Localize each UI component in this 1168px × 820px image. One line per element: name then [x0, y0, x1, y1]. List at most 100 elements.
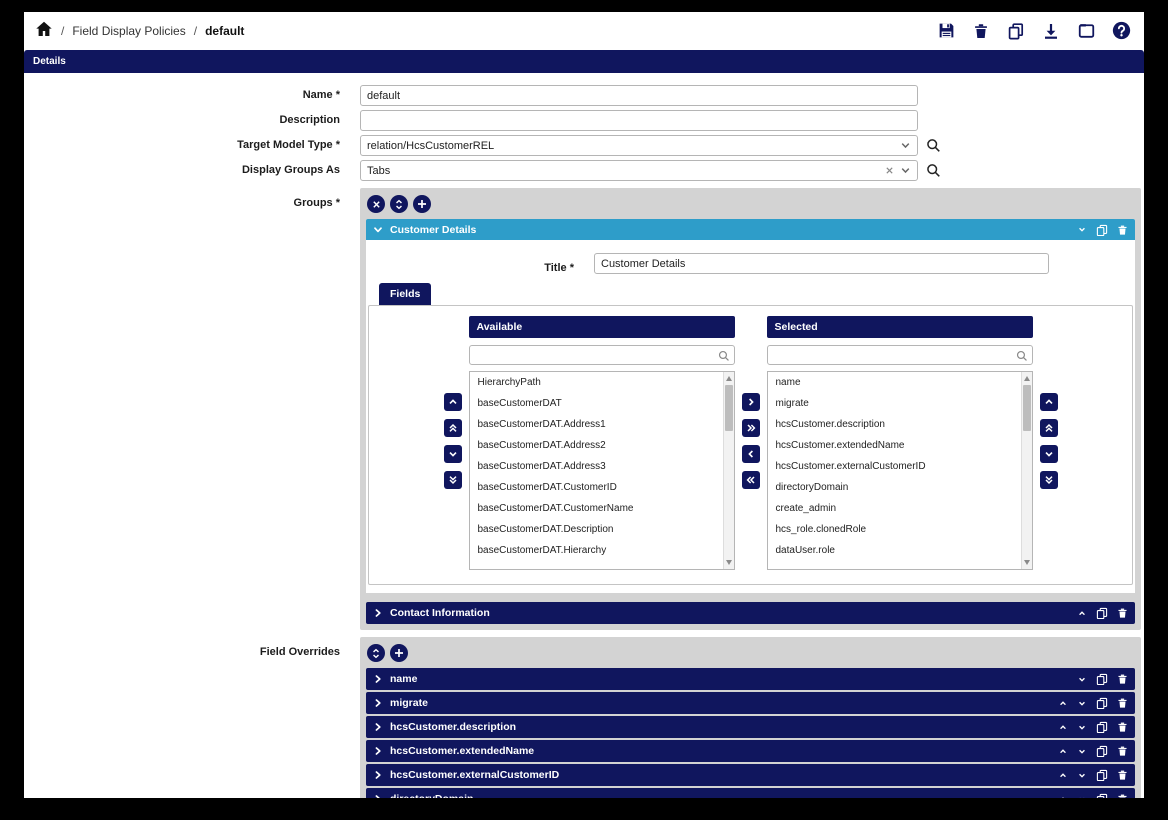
scrollbar-thumb[interactable] — [1023, 385, 1031, 431]
list-item[interactable]: dataUser.role — [768, 540, 1032, 561]
list-item[interactable]: baseCustomerDAT.Address1 — [470, 414, 734, 435]
name-input[interactable] — [360, 85, 918, 106]
move-down-icon[interactable] — [1077, 723, 1087, 732]
list-item[interactable]: create_admin — [768, 498, 1032, 519]
move-right-button[interactable] — [742, 393, 760, 411]
list-item[interactable]: baseCustomerDAT.Address3 — [470, 456, 734, 477]
move-down-icon[interactable] — [1077, 771, 1087, 780]
list-item[interactable]: name — [768, 372, 1032, 393]
group-header-contact-information[interactable]: Contact Information — [366, 602, 1135, 624]
reorder-down-button[interactable] — [444, 445, 462, 463]
move-up-icon[interactable] — [1058, 771, 1068, 780]
trash-icon[interactable] — [1117, 697, 1128, 709]
move-up-icon[interactable] — [1058, 747, 1068, 756]
trash-icon[interactable] — [1117, 224, 1128, 236]
description-input[interactable] — [360, 110, 918, 131]
list-item[interactable]: baseCustomerDAT.CustomerID — [470, 477, 734, 498]
scrollbar-thumb[interactable] — [725, 385, 733, 431]
scrollbar[interactable] — [1021, 372, 1032, 569]
delete-icon[interactable] — [971, 21, 991, 41]
target-model-type-select[interactable]: relation/HcsCustomerREL — [360, 135, 918, 156]
copy-icon[interactable] — [1096, 673, 1108, 685]
chevron-down-icon[interactable] — [900, 140, 911, 151]
list-item[interactable]: HierarchyPath — [470, 372, 734, 393]
reorder-up-button[interactable] — [444, 393, 462, 411]
copy-icon[interactable] — [1096, 745, 1108, 757]
move-down-icon[interactable] — [1077, 699, 1087, 708]
move-all-left-button[interactable] — [742, 471, 760, 489]
reorder-up-button[interactable] — [1040, 393, 1058, 411]
list-item[interactable]: baseCustomerDAT.CustomerName — [470, 498, 734, 519]
list-item[interactable]: hcs_role.clonedRole — [768, 519, 1032, 540]
trash-icon[interactable] — [1117, 769, 1128, 781]
title-input[interactable] — [594, 253, 1049, 274]
move-up-icon[interactable] — [1077, 609, 1087, 618]
copy-icon[interactable] — [1096, 793, 1108, 798]
reorder-bottom-button[interactable] — [1040, 471, 1058, 489]
home-icon[interactable] — [35, 20, 53, 41]
copy-icon[interactable] — [1096, 697, 1108, 709]
override-row[interactable]: hcsCustomer.externalCustomerID — [366, 764, 1135, 786]
chevron-right-icon[interactable] — [373, 770, 383, 780]
move-down-icon[interactable] — [1077, 795, 1087, 799]
list-item[interactable]: hcsCustomer.extendedName — [768, 435, 1032, 456]
tab-details[interactable]: Details — [24, 50, 1144, 73]
trash-icon[interactable] — [1117, 721, 1128, 733]
scrollbar[interactable] — [723, 372, 734, 569]
chevron-right-icon[interactable] — [373, 722, 383, 732]
chevron-down-icon[interactable] — [373, 225, 383, 235]
copy-icon[interactable] — [1096, 224, 1108, 236]
move-up-icon[interactable] — [1058, 723, 1068, 732]
move-up-icon[interactable] — [1058, 699, 1068, 708]
reorder-top-button[interactable] — [1040, 419, 1058, 437]
help-icon[interactable] — [1111, 21, 1131, 41]
search-icon[interactable] — [926, 138, 941, 153]
window-icon[interactable] — [1076, 21, 1096, 41]
move-up-icon[interactable] — [1058, 795, 1068, 799]
copy-icon[interactable] — [1096, 721, 1108, 733]
chevron-right-icon[interactable] — [373, 608, 383, 618]
list-item[interactable]: directoryDomain — [768, 477, 1032, 498]
copy-icon[interactable] — [1096, 769, 1108, 781]
move-down-icon[interactable] — [1077, 225, 1087, 234]
search-icon[interactable] — [926, 163, 941, 178]
add-override-button[interactable] — [390, 644, 408, 662]
chevron-right-icon[interactable] — [373, 746, 383, 756]
selected-search-input[interactable] — [767, 345, 1033, 365]
move-down-icon[interactable] — [1077, 747, 1087, 756]
x-circle-button[interactable] — [367, 195, 385, 213]
clear-icon[interactable] — [885, 166, 894, 175]
reorder-top-button[interactable] — [444, 419, 462, 437]
clone-icon[interactable] — [1006, 21, 1026, 41]
chevron-right-icon[interactable] — [373, 698, 383, 708]
chevron-down-icon[interactable] — [900, 165, 911, 176]
trash-icon[interactable] — [1117, 607, 1128, 619]
group-header-customer-details[interactable]: Customer Details — [366, 219, 1135, 240]
tab-fields[interactable]: Fields — [379, 283, 431, 305]
override-row[interactable]: hcsCustomer.extendedName — [366, 740, 1135, 762]
list-item[interactable]: baseCustomerDAT.Address2 — [470, 435, 734, 456]
download-icon[interactable] — [1041, 21, 1061, 41]
display-groups-as-select[interactable]: Tabs — [360, 160, 918, 181]
breadcrumb-field-display-policies[interactable]: Field Display Policies — [72, 24, 185, 38]
override-row[interactable]: name — [366, 668, 1135, 690]
list-item[interactable]: baseCustomerDAT.Description — [470, 519, 734, 540]
list-item[interactable]: migrate — [768, 393, 1032, 414]
reorder-bottom-button[interactable] — [444, 471, 462, 489]
list-item[interactable]: baseCustomerDAT — [470, 393, 734, 414]
trash-icon[interactable] — [1117, 793, 1128, 798]
copy-icon[interactable] — [1096, 607, 1108, 619]
chevron-right-icon[interactable] — [373, 674, 383, 684]
list-item[interactable]: baseCustomerDAT.Hierarchy — [470, 540, 734, 561]
save-icon[interactable] — [936, 21, 956, 41]
trash-icon[interactable] — [1117, 673, 1128, 685]
move-down-icon[interactable] — [1077, 675, 1087, 684]
list-item[interactable]: hcsCustomer.description — [768, 414, 1032, 435]
chevron-right-icon[interactable] — [373, 794, 383, 798]
override-row[interactable]: migrate — [366, 692, 1135, 714]
add-group-button[interactable] — [413, 195, 431, 213]
override-row[interactable]: directoryDomain — [366, 788, 1135, 798]
trash-icon[interactable] — [1117, 745, 1128, 757]
collapse-expand-all-button[interactable] — [367, 644, 385, 662]
move-left-button[interactable] — [742, 445, 760, 463]
